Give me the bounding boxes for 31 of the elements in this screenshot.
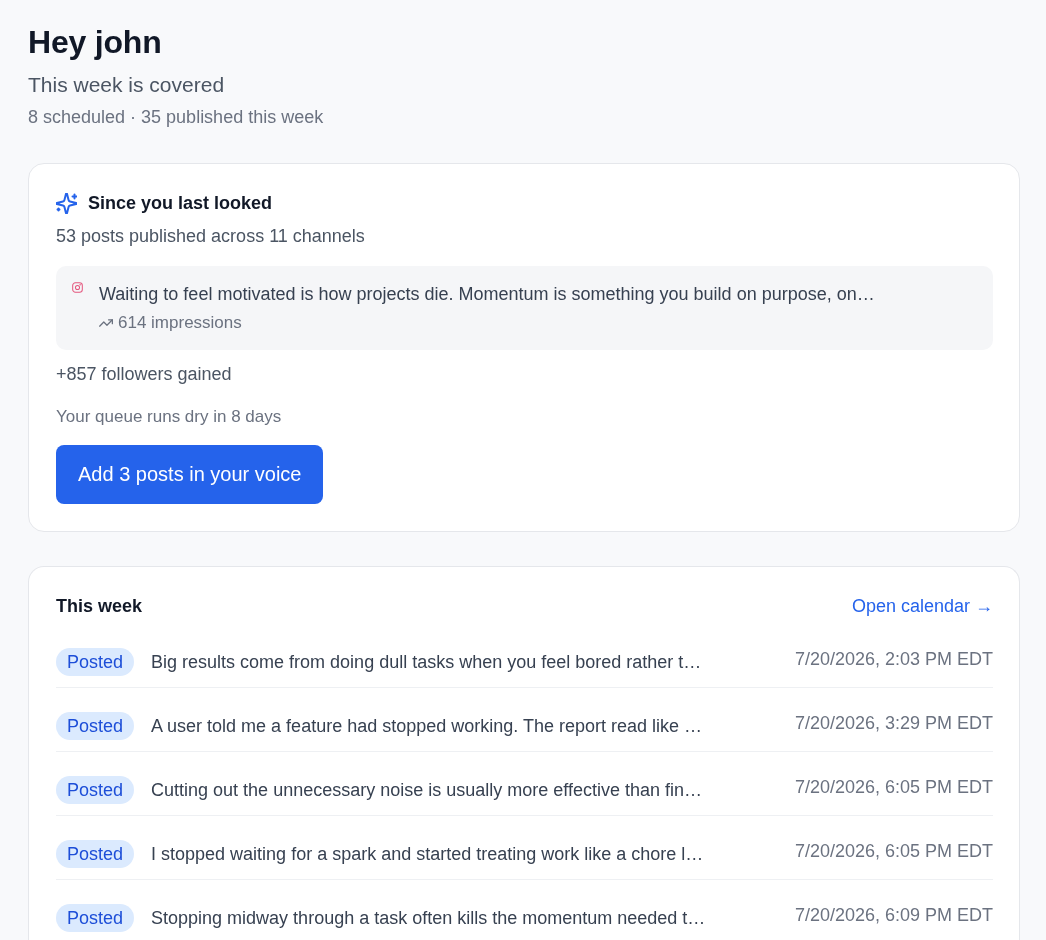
post-text[interactable]: Stopping midway through a task often kills the momentum needed t… — [151, 906, 778, 930]
sparkle-icon — [56, 192, 77, 214]
queue-note: Your queue runs dry in 8 days — [56, 406, 283, 428]
status-badge: Posted — [56, 648, 135, 676]
post-time: 7/20/2026, 2:03 PM EDT — [794, 648, 993, 671]
post-text[interactable]: Big results come from doing dull tasks when you feel bored rather t… — [151, 650, 778, 674]
post-text[interactable]: A user told me a feature had stopped working. The report read like … — [151, 714, 778, 738]
post-text[interactable]: Cutting out the unnecessary noise is usually more effective than fin… — [151, 778, 778, 802]
post-time: 7/20/2026, 6:05 PM EDT — [794, 840, 993, 863]
card-title: Since you last looked — [88, 192, 273, 215]
status-badge: Posted — [56, 840, 135, 868]
followers-gained: +857 followers gained — [56, 363, 233, 386]
top-post-preview[interactable]: Waiting to feel motivated is how projects die. Momentum is something you build on purpose, on… 614 impressions — [56, 266, 993, 350]
post-text[interactable]: I stopped waiting for a spark and started treating work like a chore l… — [151, 842, 778, 866]
camera-icon — [72, 282, 83, 293]
post-time: 7/20/2026, 3:29 PM EDT — [794, 712, 993, 735]
post-time: 7/20/2026, 6:09 PM EDT — [794, 904, 993, 927]
status-badge: Posted — [56, 712, 135, 740]
post-time: 7/20/2026, 6:05 PM EDT — [794, 776, 993, 799]
greeting-title: Hey john — [28, 23, 163, 62]
trend-up-icon — [99, 318, 113, 328]
status-subtitle: This week is covered — [28, 72, 226, 98]
impressions-count: 614 impressions — [118, 312, 242, 334]
open-calendar-link[interactable]: Open calendar → — [851, 594, 993, 618]
add-posts-button[interactable]: Add 3 posts in your voice — [56, 445, 324, 504]
weekly-stats: 8 scheduled · 35 published this week — [28, 106, 325, 129]
status-badge: Posted — [56, 904, 135, 932]
post-text: Waiting to feel motivated is how projects die. Momentum is something you build on purpose, on… — [99, 283, 875, 306]
status-badge: Posted — [56, 776, 135, 804]
posts-summary: 53 posts published across 11 channels — [56, 225, 366, 248]
section-title: This week — [56, 595, 143, 618]
